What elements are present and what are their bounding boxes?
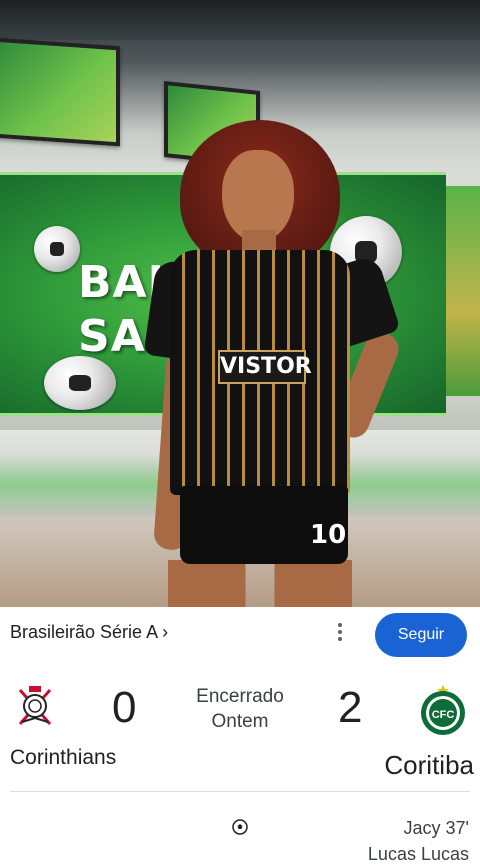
away-team-name[interactable]: Coritiba: [384, 750, 474, 781]
coritiba-crest-icon[interactable]: CFC: [418, 684, 468, 736]
follow-button[interactable]: Seguir: [375, 613, 467, 657]
away-goal-scorer: Jacy 37': [403, 818, 469, 838]
corinthians-crest-icon[interactable]: [16, 686, 54, 728]
section-divider: [10, 791, 470, 792]
soccer-ball-graphic: [44, 356, 116, 410]
presenter-legs: [168, 560, 352, 607]
soccer-ball-icon-svg: [232, 819, 248, 835]
presenter-face: [222, 150, 294, 242]
corinthians-crest-svg: [18, 686, 52, 725]
hero-image[interactable]: BAIX SAN VISTOR 10: [0, 0, 480, 607]
away-score: 2: [338, 683, 363, 732]
match-status-date: Ontem: [211, 711, 269, 732]
away-goal-scorer: Lucas Lucas: [367, 844, 469, 864]
studio-tv-left: [0, 37, 120, 147]
coritiba-crest-svg: CFC: [421, 685, 465, 735]
match-status: Encerrado Ontem: [180, 684, 300, 734]
more-vert-icon-svg: [338, 623, 342, 641]
jersey-sponsor: VISTOR: [218, 350, 312, 384]
match-status-line: Encerrado: [196, 686, 284, 707]
studio-ceiling: [0, 0, 480, 40]
home-score: 0: [112, 683, 137, 732]
league-link[interactable]: Brasileirão Série A ›: [10, 622, 168, 643]
soccer-ball-icon: [232, 819, 248, 835]
shorts-number: 10: [310, 520, 347, 550]
soccer-ball-graphic: [34, 226, 80, 272]
studio-side-screen: [446, 186, 480, 396]
more-vert-icon[interactable]: [330, 620, 350, 644]
svg-text:CFC: CFC: [432, 709, 455, 721]
home-team-name[interactable]: Corinthians: [10, 746, 116, 770]
